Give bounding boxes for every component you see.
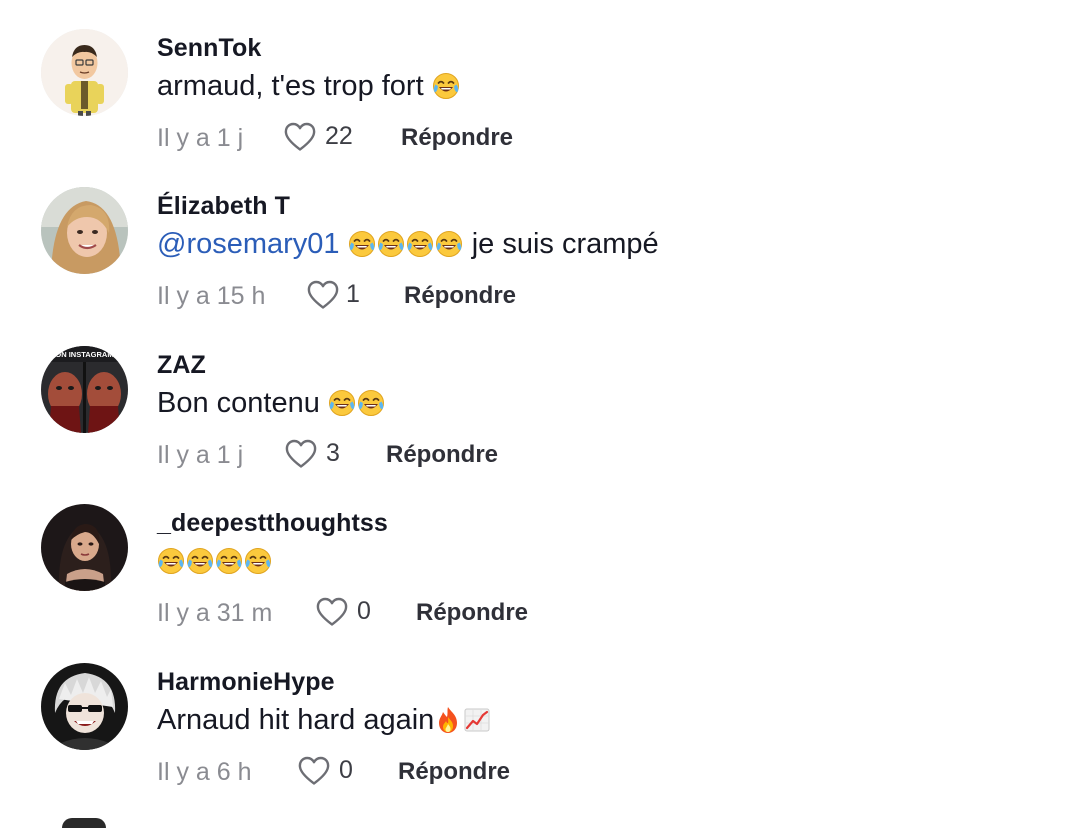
face-with-tears-of-joy-icon bbox=[377, 230, 405, 258]
face-with-tears-of-joy-icon bbox=[328, 389, 356, 417]
avatar[interactable] bbox=[41, 29, 128, 116]
avatar[interactable] bbox=[41, 187, 128, 274]
avatar-caption: ON INSTAGRAM bbox=[55, 350, 113, 359]
heart-icon bbox=[284, 438, 318, 470]
comment-item: ON INSTAGRAM ZAZ Bon contenu Il y a 1 j … bbox=[0, 317, 1080, 470]
chart-increasing-icon bbox=[463, 706, 491, 734]
reply-button[interactable]: Répondre bbox=[416, 599, 528, 627]
like-count: 3 bbox=[326, 439, 340, 467]
face-with-tears-of-joy-icon bbox=[157, 547, 185, 575]
timestamp: Il y a 31 m bbox=[157, 599, 273, 627]
avatar[interactable] bbox=[41, 663, 128, 750]
timestamp: Il y a 6 h bbox=[157, 758, 252, 786]
reply-button[interactable]: Répondre bbox=[401, 124, 513, 152]
comment-body: Bon contenu bbox=[157, 387, 320, 419]
timestamp: Il y a 1 j bbox=[157, 124, 244, 152]
comment-text bbox=[157, 543, 273, 579]
comment-item: HarmonieHype Arnaud hit hard again Il y … bbox=[0, 634, 1080, 787]
comment-text: armaud, t'es trop fort bbox=[157, 68, 461, 104]
face-with-tears-of-joy-icon bbox=[435, 230, 463, 258]
like-count: 22 bbox=[325, 122, 353, 150]
face-with-tears-of-joy-icon bbox=[357, 389, 385, 417]
timestamp: Il y a 15 h bbox=[157, 282, 266, 310]
comment-body: armaud, t'es trop fort bbox=[157, 70, 424, 102]
reply-button[interactable]: Répondre bbox=[386, 441, 498, 469]
avatar[interactable]: ON INSTAGRAM bbox=[41, 346, 128, 433]
heart-icon bbox=[297, 755, 331, 787]
comment-text: Bon contenu bbox=[157, 385, 386, 421]
face-with-tears-of-joy-icon bbox=[432, 72, 460, 100]
username[interactable]: HarmonieHype bbox=[157, 668, 335, 697]
comment-item: _deepestthoughtss Il y a 31 m 0 Répondre bbox=[0, 475, 1080, 628]
comment-item: Élizabeth T @rosemary01 je suis crampé I… bbox=[0, 158, 1080, 311]
reply-button[interactable]: Répondre bbox=[404, 282, 516, 310]
heart-icon bbox=[315, 596, 349, 628]
face-with-tears-of-joy-icon bbox=[186, 547, 214, 575]
mention-link[interactable]: @rosemary01 bbox=[157, 228, 340, 260]
timestamp: Il y a 1 j bbox=[157, 441, 244, 469]
avatar[interactable] bbox=[41, 504, 128, 591]
heart-icon bbox=[306, 279, 340, 311]
woman-photo-avatar-icon bbox=[41, 187, 128, 274]
username[interactable]: Élizabeth T bbox=[157, 192, 290, 221]
username[interactable]: _deepestthoughtss bbox=[157, 509, 388, 538]
comment-item: SennTok armaud, t'es trop fort Il y a 1 … bbox=[0, 0, 1080, 153]
cartoon-man-avatar-icon bbox=[41, 29, 128, 116]
like-count: 0 bbox=[357, 597, 371, 625]
woman-dark-photo-avatar-icon bbox=[41, 504, 128, 591]
reply-button[interactable]: Répondre bbox=[398, 758, 510, 786]
comment-text: @rosemary01 je suis crampé bbox=[157, 226, 659, 262]
face-with-tears-of-joy-icon bbox=[215, 547, 243, 575]
face-with-tears-of-joy-icon bbox=[348, 230, 376, 258]
horror-character-avatar-icon: ON INSTAGRAM bbox=[41, 346, 128, 433]
comment-body: Arnaud hit hard again bbox=[157, 704, 435, 736]
anime-character-avatar-icon bbox=[41, 663, 128, 750]
heart-icon bbox=[283, 121, 317, 153]
username[interactable]: ZAZ bbox=[157, 351, 206, 380]
like-count: 0 bbox=[339, 756, 353, 784]
next-comment-avatar[interactable] bbox=[62, 818, 106, 828]
face-with-tears-of-joy-icon bbox=[406, 230, 434, 258]
comment-text: Arnaud hit hard again bbox=[157, 702, 492, 738]
username[interactable]: SennTok bbox=[157, 34, 261, 63]
fire-icon bbox=[434, 706, 462, 734]
like-count: 1 bbox=[346, 280, 360, 308]
face-with-tears-of-joy-icon bbox=[244, 547, 272, 575]
comment-body: je suis crampé bbox=[471, 228, 659, 260]
